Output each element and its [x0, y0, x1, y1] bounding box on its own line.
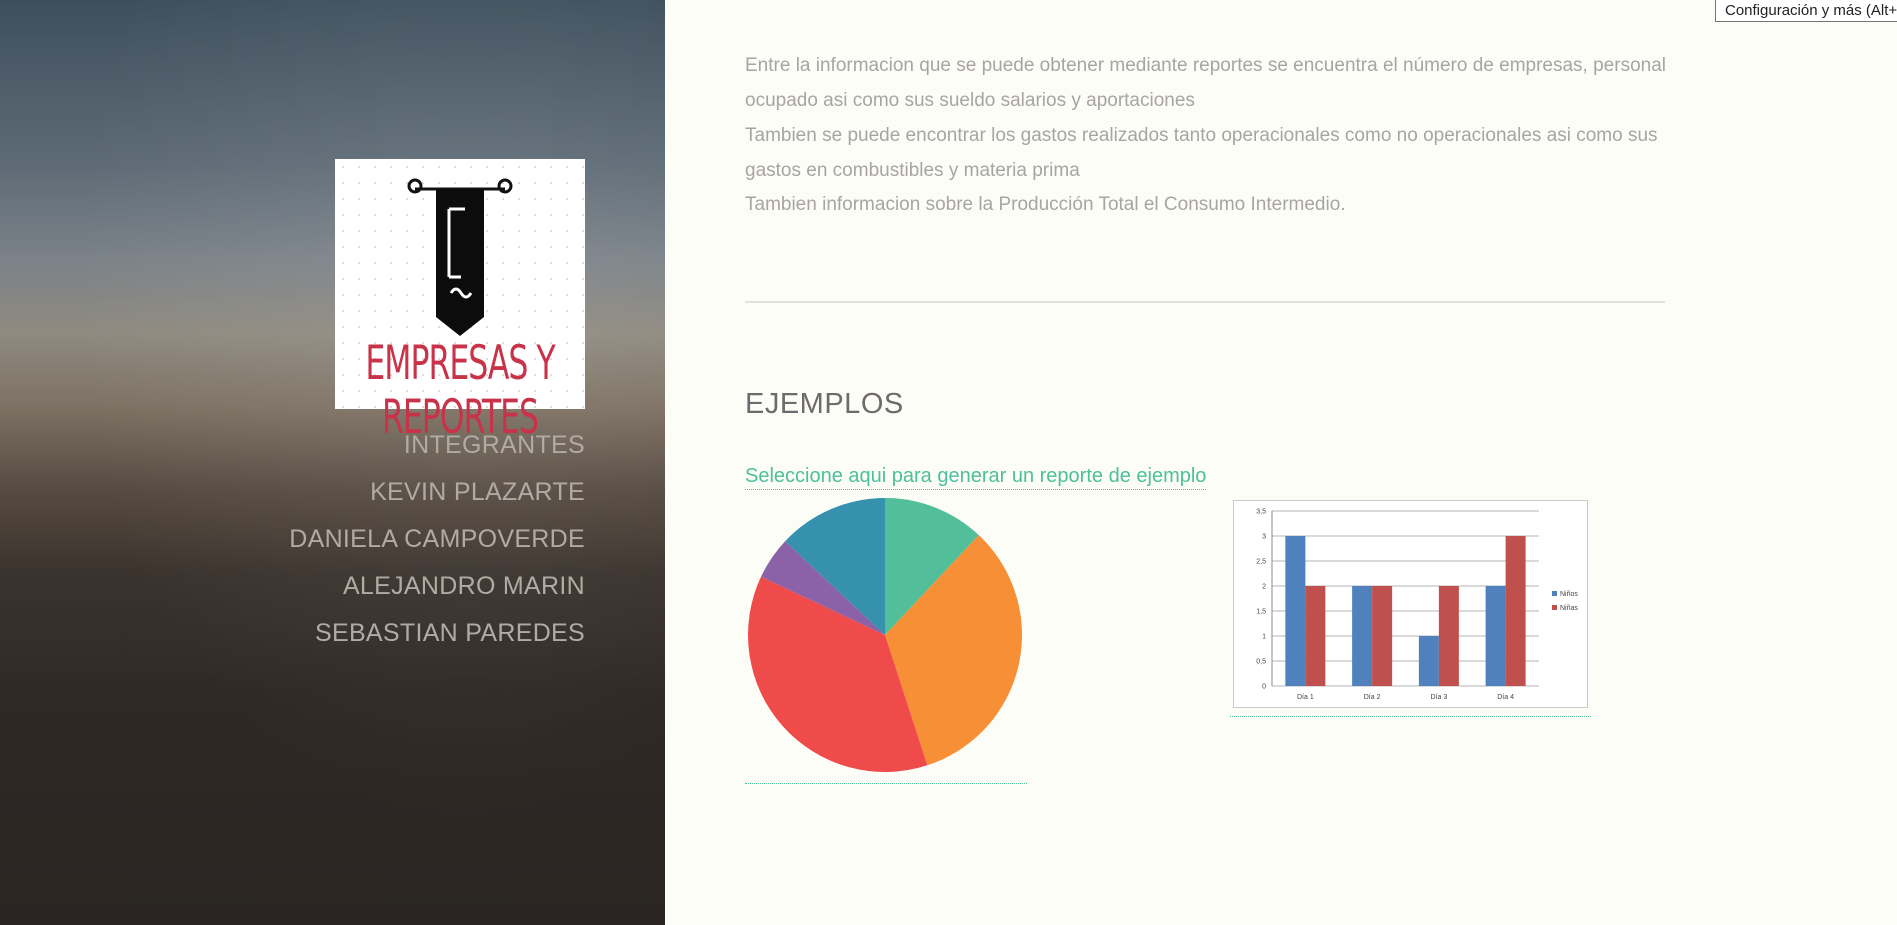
y-tick-label: 1 — [1262, 634, 1266, 641]
banner-icon — [407, 178, 513, 336]
x-tick-label: Día 1 — [1297, 694, 1314, 701]
nav-kevin-plazarte[interactable]: KEVIN PLAZARTE — [370, 478, 585, 507]
x-tick-label: Día 4 — [1497, 694, 1514, 701]
y-tick-label: 0 — [1262, 684, 1266, 691]
y-tick-label: 2 — [1262, 584, 1266, 591]
legend-label: Niños — [1560, 591, 1578, 598]
bar-ninas-3 — [1438, 586, 1459, 686]
sidebar: EMPRESAS Y REPORTES INTEGRANTES KEVIN PL… — [0, 0, 665, 925]
generate-report-link[interactable]: Seleccione aqui para generar un reporte … — [745, 465, 1207, 490]
bar-ninos-3 — [1418, 636, 1439, 686]
pie-link-underline — [745, 783, 1027, 784]
bar-link-underline — [1230, 716, 1591, 717]
intro-paragraph-2: Tambien se puede encontrar los gastos re… — [745, 125, 1658, 181]
bar-ninas-4 — [1505, 536, 1526, 686]
bar-ninos-2 — [1352, 586, 1373, 686]
pie-chart[interactable] — [745, 495, 1030, 785]
settings-tooltip: Configuración y más (Alt+F) — [1715, 0, 1897, 22]
nav-alejandro-marin[interactable]: ALEJANDRO MARIN — [343, 572, 585, 601]
nav-daniela-campoverde[interactable]: DANIELA CAMPOVERDE — [289, 525, 585, 554]
intro-paragraph-1: Entre la informacion que se puede obtene… — [745, 55, 1666, 111]
bar-ninos-4 — [1485, 586, 1506, 686]
bar-ninas-2 — [1372, 586, 1393, 686]
y-tick-label: 0,5 — [1256, 659, 1266, 666]
bar-ninas-1 — [1305, 586, 1326, 686]
section-divider — [745, 301, 1665, 303]
intro-paragraph-3: Tambien informacion sobre la Producción … — [745, 194, 1346, 215]
y-tick-label: 3,5 — [1256, 509, 1266, 516]
y-tick-label: 2,5 — [1256, 559, 1266, 566]
legend-label: Niñas — [1560, 605, 1578, 612]
legend-swatch — [1552, 591, 1557, 596]
logo[interactable]: EMPRESAS Y REPORTES — [335, 159, 585, 445]
section-heading: EJEMPLOS — [745, 388, 904, 420]
x-tick-label: Día 3 — [1431, 694, 1448, 701]
x-tick-label: Día 2 — [1364, 694, 1381, 701]
bar-chart[interactable]: 0 0,5 1 1,5 2 2,5 3 3,5 Día 1 Día 2 Día 3 Día 4 Niño… — [1233, 500, 1588, 708]
bar-ninos-1 — [1285, 536, 1306, 686]
y-tick-label: 3 — [1262, 534, 1266, 541]
y-tick-label: 1,5 — [1256, 609, 1266, 616]
logo-text: EMPRESAS Y REPORTES — [365, 337, 555, 445]
nav-integrantes[interactable]: INTEGRANTES — [404, 431, 585, 460]
legend-swatch — [1552, 605, 1557, 610]
nav-sebastian-paredes[interactable]: SEBASTIAN PAREDES — [315, 619, 585, 648]
